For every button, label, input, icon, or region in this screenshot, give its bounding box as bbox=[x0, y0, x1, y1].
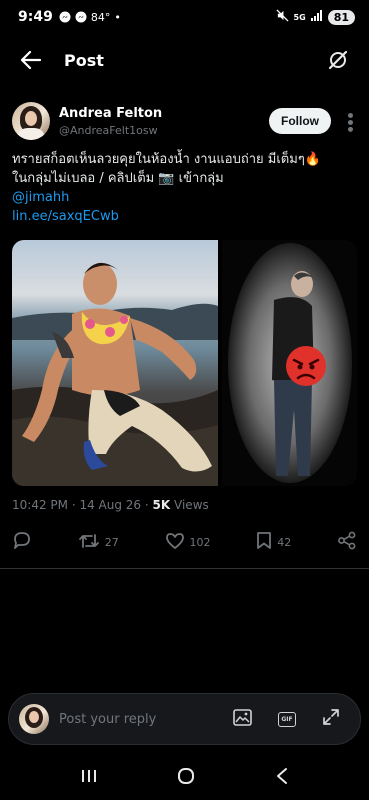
mention-link[interactable]: @jimahh bbox=[12, 188, 357, 207]
author-names: Andrea Felton @AndreaFelt1osw bbox=[59, 106, 162, 137]
media-image-1[interactable] bbox=[12, 240, 218, 486]
author-display-name[interactable]: Andrea Felton bbox=[59, 106, 162, 121]
signal-icon bbox=[310, 10, 323, 24]
post-date: 14 Aug 26 bbox=[79, 498, 142, 512]
messenger-icon bbox=[59, 11, 71, 23]
expand-icon[interactable] bbox=[322, 708, 340, 730]
dot-icon: • bbox=[114, 10, 121, 24]
post-text-line-1: ทรายสก็อตเห็นลวยคุยในห้องน้ำ งานแอบถ่าย … bbox=[12, 152, 321, 167]
share-icon bbox=[337, 531, 357, 553]
post-text-line-2: ในกลุ่มไม่เบลอ / คลิปเต็ม 📷 เข้ากลุ่ม bbox=[12, 171, 224, 186]
bookmark-button[interactable]: 42 bbox=[256, 531, 291, 553]
post-actions: 27 102 42 bbox=[12, 528, 357, 556]
battery-badge: 81 bbox=[327, 9, 355, 25]
back-arrow-icon[interactable] bbox=[16, 45, 46, 75]
like-button[interactable]: 102 bbox=[165, 532, 211, 553]
grok-icon[interactable] bbox=[323, 45, 353, 75]
url-link[interactable]: lin.ee/saxqECwb bbox=[12, 207, 357, 226]
messenger-icon-2 bbox=[75, 11, 87, 23]
page-title: Post bbox=[64, 50, 104, 70]
top-app-bar: Post bbox=[0, 38, 369, 82]
post-time: 10:42 PM bbox=[12, 498, 68, 512]
post-text: ทรายสก็อตเห็นลวยคุยในห้องน้ำ งานแอบถ่าย … bbox=[12, 150, 357, 226]
gif-icon[interactable]: GIF bbox=[278, 711, 296, 727]
divider bbox=[0, 568, 369, 569]
reply-composer[interactable]: Post your reply GIF bbox=[8, 693, 361, 745]
views-label: Views bbox=[174, 498, 209, 512]
home-icon[interactable] bbox=[177, 767, 195, 789]
bookmark-icon bbox=[256, 531, 272, 553]
mute-icon bbox=[276, 9, 289, 25]
reply-button[interactable] bbox=[12, 531, 32, 553]
bookmark-count: 42 bbox=[277, 535, 292, 549]
share-button[interactable] bbox=[337, 531, 357, 553]
composer-avatar bbox=[19, 704, 49, 734]
network-label: 5G bbox=[293, 12, 306, 22]
retweet-icon bbox=[78, 532, 100, 553]
status-time: 9:49 bbox=[18, 9, 53, 25]
like-icon bbox=[165, 532, 185, 553]
image-icon[interactable] bbox=[233, 708, 252, 730]
back-nav-icon[interactable] bbox=[275, 767, 289, 789]
post-timestamp: 10:42 PM · 14 Aug 26 · 5K Views bbox=[12, 498, 209, 512]
views-count: 5K bbox=[152, 498, 171, 512]
more-options-icon[interactable]: ••• bbox=[341, 111, 357, 132]
retweet-count: 27 bbox=[104, 535, 119, 549]
status-bar: 9:49 84° • 5G 81 bbox=[0, 0, 369, 34]
media-image-2[interactable] bbox=[222, 240, 357, 486]
avatar[interactable] bbox=[12, 102, 50, 140]
retweet-button[interactable]: 27 bbox=[78, 532, 119, 553]
recent-apps-icon[interactable] bbox=[80, 768, 98, 788]
reply-input[interactable]: Post your reply bbox=[59, 712, 156, 727]
post-author: Andrea Felton @AndreaFelt1osw Follow ••• bbox=[12, 98, 357, 144]
author-handle[interactable]: @AndreaFelt1osw bbox=[59, 124, 162, 137]
follow-button[interactable]: Follow bbox=[269, 108, 331, 134]
post-media bbox=[12, 240, 357, 486]
reply-icon bbox=[12, 531, 32, 553]
weather-temp: 84° bbox=[90, 10, 111, 24]
like-count: 102 bbox=[189, 535, 211, 549]
system-nav-bar bbox=[0, 755, 369, 800]
